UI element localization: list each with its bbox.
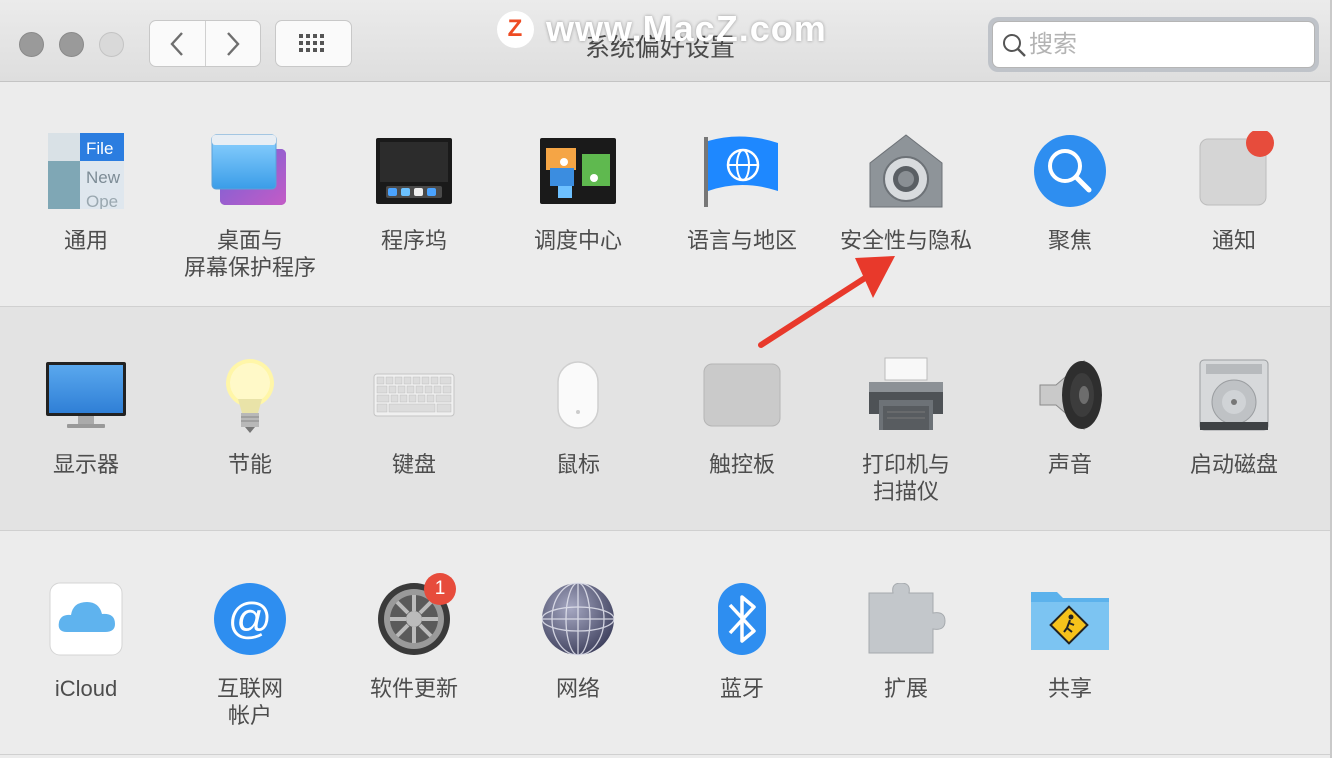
pref-label: 蓝牙 (719, 676, 764, 701)
system-preferences-window: 系统偏好设置 Z www.MacZ.com 搜索 File New Ope 通用… (0, 0, 1332, 758)
preferences-row-personal: File New Ope 通用 桌面与 屏幕保护程序 程序坞 调度中心 语言与地… (0, 83, 1330, 307)
pref-label: 通用 (63, 228, 108, 253)
pref-extensions[interactable]: 扩展 (824, 577, 988, 702)
pref-label: iCloud (54, 676, 118, 701)
pref-label: 键盘 (391, 452, 436, 477)
desktop-screensaver-icon (208, 129, 292, 213)
internet-accounts-icon: @ (208, 577, 292, 661)
pref-label: 节能 (227, 452, 272, 477)
sharing-icon (1028, 577, 1112, 661)
notifications-icon (1192, 129, 1276, 213)
pref-label: 共享 (1047, 676, 1092, 701)
preferences-row-hardware: 显示器 节能 键盘 鼠标 触控板 打印机与 扫描仪 声音 启动磁盘 (0, 307, 1330, 531)
search-field[interactable] (992, 21, 1315, 68)
bluetooth-icon (700, 577, 784, 661)
pref-mouse[interactable]: 鼠标 (496, 353, 660, 478)
pref-label: 触控板 (708, 452, 775, 477)
pref-label: 聚焦 (1047, 228, 1092, 253)
startup-disk-icon (1192, 353, 1276, 437)
forward-button[interactable] (204, 21, 261, 66)
general-icon-open-text: Ope (86, 192, 118, 209)
pref-label: 网络 (555, 676, 600, 701)
pref-label: 通知 (1211, 228, 1256, 253)
pref-trackpad[interactable]: 触控板 (660, 353, 824, 478)
language-region-icon (700, 129, 784, 213)
grid-icon (298, 33, 324, 52)
search-icon (1003, 33, 1026, 57)
pref-bluetooth[interactable]: 蓝牙 (660, 577, 824, 702)
pref-energy-saver[interactable]: 节能 (168, 353, 332, 478)
displays-icon (44, 353, 128, 437)
pref-label: 桌面与 屏幕保护程序 (183, 228, 316, 280)
pref-language-region[interactable]: 语言与地区 (660, 129, 824, 254)
pref-dock[interactable]: 程序坞 (332, 129, 496, 254)
general-icon-new-text: New (86, 168, 121, 187)
energy-saver-icon (208, 353, 292, 437)
general-icon: File New Ope (44, 129, 128, 213)
pref-icloud[interactable]: iCloud (4, 577, 168, 702)
pref-sound[interactable]: 声音 (988, 353, 1152, 478)
pref-sharing[interactable]: 共享 (988, 577, 1152, 702)
security-privacy-icon (864, 129, 948, 213)
pref-software-update[interactable]: 1 软件更新 (332, 573, 496, 702)
pref-notifications[interactable]: 通知 (1152, 129, 1316, 254)
close-window-button[interactable] (19, 32, 44, 57)
pref-label: 启动磁盘 (1189, 452, 1278, 477)
minimize-window-button[interactable] (59, 32, 84, 57)
watermark-logo: Z (497, 10, 534, 48)
show-all-button[interactable] (275, 20, 352, 67)
watermark: Z www.MacZ.com (497, 8, 827, 50)
pref-label: 扩展 (883, 676, 928, 701)
search-field-focus-ring (988, 17, 1319, 72)
back-button[interactable] (150, 21, 205, 66)
pref-general[interactable]: File New Ope 通用 (4, 129, 168, 254)
pref-label: 声音 (1047, 452, 1092, 477)
pref-spotlight[interactable]: 聚焦 (988, 129, 1152, 254)
printers-scanners-icon (864, 353, 948, 437)
mouse-icon (536, 353, 620, 437)
pref-label: 打印机与 扫描仪 (861, 452, 950, 504)
pref-network[interactable]: 网络 (496, 577, 660, 702)
navigation-buttons (149, 20, 261, 67)
pref-label: 互联网 帐户 (216, 676, 283, 728)
pref-printers-scanners[interactable]: 打印机与 扫描仪 (824, 353, 988, 505)
preferences-row-internet: iCloud @ 互联网 帐户 1 软件更新 网络 蓝牙 扩展 共享 (0, 531, 1330, 755)
trackpad-icon (700, 353, 784, 437)
mission-control-icon (536, 129, 620, 213)
spotlight-icon (1028, 129, 1112, 213)
annotation-arrow (758, 256, 895, 348)
watermark-text: www.MacZ.com (546, 8, 827, 49)
pref-label: 软件更新 (369, 676, 458, 701)
update-count-badge: 1 (424, 573, 456, 605)
pref-label: 程序坞 (380, 228, 447, 253)
pref-internet-accounts[interactable]: @ 互联网 帐户 (168, 577, 332, 729)
search-input[interactable] (1029, 30, 1289, 59)
pref-mission-control[interactable]: 调度中心 (496, 129, 660, 254)
icloud-icon (44, 577, 128, 661)
pref-label: 调度中心 (533, 228, 622, 253)
keyboard-icon (372, 353, 456, 437)
pref-label: 显示器 (52, 452, 119, 477)
general-icon-file-text: File (86, 139, 113, 158)
software-update-icon: 1 (372, 573, 456, 661)
pref-security-privacy[interactable]: 安全性与隐私 (824, 129, 988, 254)
zoom-window-button[interactable] (99, 32, 124, 57)
svg-text:@: @ (228, 594, 273, 643)
pref-desktop-screensaver[interactable]: 桌面与 屏幕保护程序 (168, 129, 332, 281)
pref-label: 鼠标 (555, 452, 600, 477)
chevron-right-icon (226, 31, 240, 56)
dock-icon (372, 129, 456, 213)
pref-startup-disk[interactable]: 启动磁盘 (1152, 353, 1316, 478)
pref-keyboard[interactable]: 键盘 (332, 353, 496, 478)
toolbar: 系统偏好设置 Z www.MacZ.com (0, 0, 1330, 82)
chevron-left-icon (170, 31, 184, 56)
pref-displays[interactable]: 显示器 (4, 353, 168, 478)
sound-icon (1028, 353, 1112, 437)
extensions-icon (864, 577, 948, 661)
network-icon (536, 577, 620, 661)
